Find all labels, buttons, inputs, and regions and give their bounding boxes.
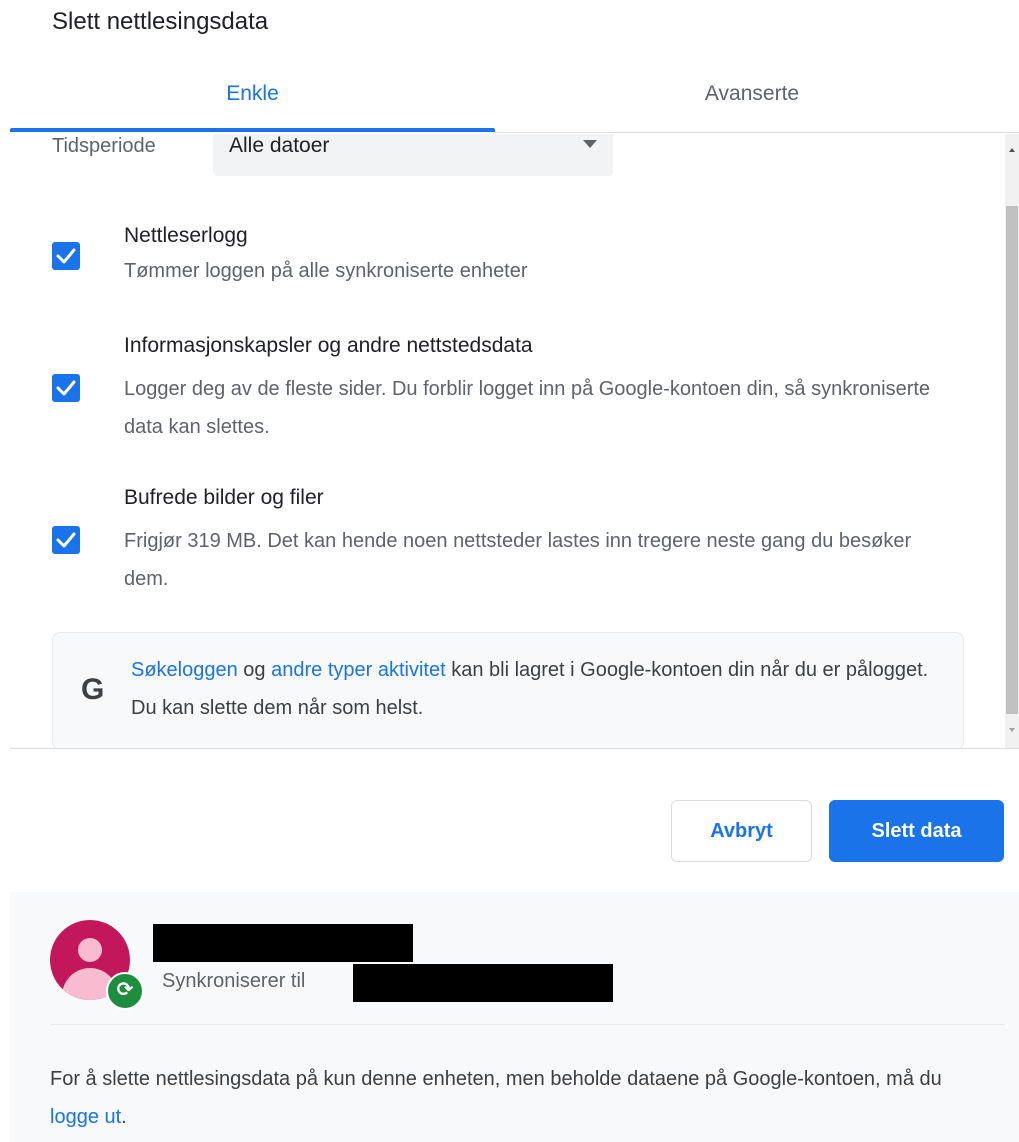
sign-out-note-end: . <box>121 1106 127 1128</box>
search-history-link[interactable]: Søkeloggen <box>131 659 238 681</box>
option-title: Nettleserlogg <box>124 224 248 247</box>
checkmark-icon <box>56 380 76 396</box>
info-text: Søkeloggen og andre typer aktivitet kan … <box>131 651 951 727</box>
sync-icon: ⟳ <box>106 972 144 1010</box>
google-g-icon: G <box>81 673 105 706</box>
scroll-down-arrow-icon[interactable] <box>1009 728 1015 732</box>
scroll-area-divider <box>10 748 1019 749</box>
google-activity-info: G Søkeloggen og andre typer aktivitet ka… <box>52 632 964 748</box>
time-range-label: Tidsperiode <box>52 135 156 157</box>
tab-divider <box>495 132 1019 133</box>
account-footer: ⟳ Synkroniserer til For å slette nettles… <box>10 892 1019 1142</box>
sign-out-note: For å slette nettlesingsdata på kun denn… <box>50 1060 990 1136</box>
active-tab-indicator <box>10 128 495 132</box>
option-description: Frigjør 319 MB. Det kan hende noen netts… <box>124 530 912 590</box>
redacted-account-name <box>153 924 413 962</box>
redacted-account-email <box>353 964 613 1002</box>
option-title: Bufrede bilder og filer <box>124 486 324 509</box>
sign-out-note-text: For å slette nettlesingsdata på kun denn… <box>50 1068 942 1090</box>
browsing-history-checkbox[interactable] <box>52 242 80 270</box>
footer-divider <box>50 1024 1005 1025</box>
tab-advanced[interactable]: Avanserte <box>495 64 1009 130</box>
scroll-area: Tidsperiode Alle datoer Nettleserlogg Tø… <box>0 134 1019 748</box>
clear-data-button[interactable]: Slett data <box>829 800 1004 862</box>
option-title: Informasjonskapsler og andre nettstedsda… <box>124 334 533 357</box>
tab-basic[interactable]: Enkle <box>10 64 495 130</box>
sign-out-link[interactable]: logge ut <box>50 1106 121 1128</box>
cookies-checkbox[interactable] <box>52 374 80 402</box>
scroll-up-arrow-icon[interactable] <box>1009 148 1015 152</box>
sync-status-label: Synkroniserer til <box>162 970 306 992</box>
dialog-title: Slett nettlesingsdata <box>52 8 269 35</box>
other-activity-link[interactable]: andre typer aktivitet <box>271 659 446 681</box>
cancel-button[interactable]: Avbryt <box>671 800 812 862</box>
scrollbar-thumb[interactable] <box>1006 206 1018 714</box>
checkmark-icon <box>56 248 76 264</box>
info-text-part: og <box>237 659 272 681</box>
time-range-value: Alle datoer <box>229 134 330 157</box>
tab-bar: Enkle Avanserte <box>0 64 1019 134</box>
checkmark-icon <box>56 532 76 548</box>
avatar-person-icon <box>78 938 102 962</box>
time-range-select[interactable]: Alle datoer <box>213 134 613 176</box>
option-description: Logger deg av de fleste sider. Du forbli… <box>124 378 931 438</box>
cached-images-checkbox[interactable] <box>52 526 80 554</box>
dropdown-caret-icon <box>583 140 597 148</box>
option-description: Tømmer loggen på alle synkroniserte enhe… <box>124 260 528 282</box>
